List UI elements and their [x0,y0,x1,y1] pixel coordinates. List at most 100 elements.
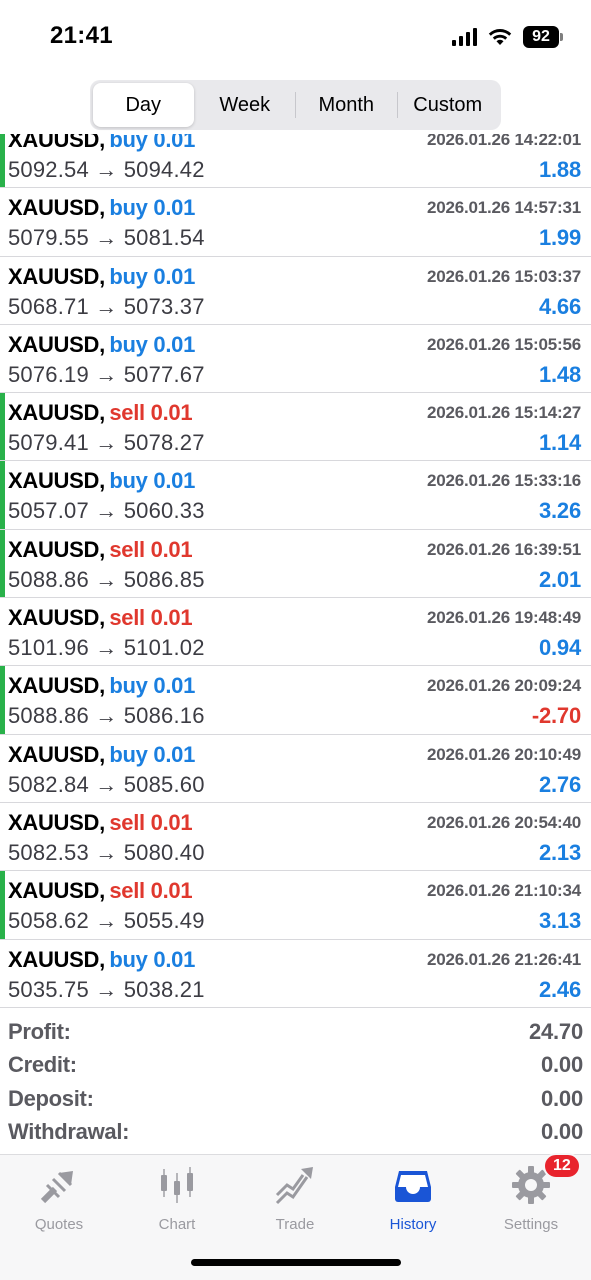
trade-prices: 5082.53 → 5080.40 [8,839,205,865]
trade-side: buy 0.01 [109,741,196,767]
status-bar: 21:41 92 [0,0,591,70]
battery-level: 92 [523,26,559,48]
history-list: XAUUSD, buy 0.01 2026.01.26 14:22:01 5092.… [0,134,591,1008]
trade-time: 2026.01.26 21:26:41 [426,949,581,969]
trade-side: buy 0.01 [109,673,196,699]
wifi-icon [488,29,512,45]
trade-time: 2026.01.26 15:05:56 [426,334,581,354]
trade-prices: 5035.75 → 5038.21 [8,976,205,1002]
trade-profit: 2.13 [538,839,581,865]
trade-profit: -2.70 [531,703,581,729]
trade-title: XAUUSD, buy 0.01 [8,195,195,221]
trade-symbol: XAUUSD, [8,605,105,631]
trade-symbol: XAUUSD, [8,331,105,357]
trade-time: 2026.01.26 15:03:37 [426,266,581,286]
trade-profit: 1.88 [538,157,581,182]
battery-icon: 92 [523,26,563,48]
trade-time: 2026.01.26 16:39:51 [426,539,581,559]
tab-label: Settings [503,1216,559,1233]
trade-row[interactable]: XAUUSD, buy 0.01 2026.01.26 15:03:37 5068.… [0,257,591,325]
trade-row[interactable]: XAUUSD, sell 0.01 2026.01.26 21:10:34 5058… [0,871,591,940]
trade-prices: 5079.55 → 5081.54 [8,225,205,251]
trade-row[interactable]: XAUUSD, buy 0.01 2026.01.26 15:33:16 5057.… [0,461,591,530]
tab-trade[interactable]: Trade [236,1163,354,1233]
trade-row[interactable]: XAUUSD, buy 0.01 2026.01.26 20:10:49 5082.… [0,735,591,803]
trade-title: XAUUSD, sell 0.01 [8,605,193,631]
trade-symbol: XAUUSD, [8,400,105,426]
trade-row[interactable]: XAUUSD, buy 0.01 2026.01.26 14:22:01 5092.… [0,134,591,189]
trade-row[interactable]: XAUUSD, sell 0.01 2026.01.26 16:39:51 5088… [0,529,591,599]
trade-side: sell 0.01 [109,605,193,631]
trade-symbol: XAUUSD, [8,263,105,289]
summary-row-withdrawal: Withdrawal: 0.00 [0,1116,591,1150]
trade-symbol: XAUUSD, [8,536,105,562]
trade-profit: 3.26 [538,498,581,524]
trade-side: buy 0.01 [109,331,196,357]
trade-side: buy 0.01 [109,134,196,152]
trade-title: XAUUSD, buy 0.01 [8,673,195,699]
trade-marker [0,393,5,461]
trade-marker [0,529,5,598]
trade-title: XAUUSD, sell 0.01 [8,400,193,426]
trade-row[interactable]: XAUUSD, sell 0.01 2026.01.26 19:48:49 5101… [0,598,591,667]
segment-custom[interactable]: Custom [398,83,499,127]
tab-quotes[interactable]: Quotes [0,1163,118,1233]
trade-side: sell 0.01 [109,878,193,904]
trade-title: XAUUSD, buy 0.01 [8,468,195,494]
trade-side: buy 0.01 [109,468,196,494]
trade-side: sell 0.01 [109,809,193,835]
trade-symbol: XAUUSD, [8,134,105,152]
trade-row[interactable]: XAUUSD, buy 0.01 2026.01.26 21:26:41 5035.… [0,940,591,1008]
summary-value: 0.00 [540,1052,583,1078]
tab-history[interactable]: History [354,1163,472,1233]
summary-label: Withdrawal: [8,1119,130,1145]
summary-label: Profit: [8,1018,71,1044]
trade-prices: 5101.96 → 5101.02 [8,635,205,661]
segment-day[interactable]: Day [93,83,194,127]
period-segmented-control: Day Week Month Custom [90,80,501,130]
segment-month[interactable]: Month [296,83,397,127]
trade-symbol: XAUUSD, [8,946,105,972]
tab-settings[interactable]: 12 Settings [472,1153,590,1233]
trade-time: 2026.01.26 15:14:27 [426,403,581,423]
trade-marker [0,134,5,188]
trade-profit: 1.48 [538,361,581,387]
summary-row-profit: Profit: 24.70 [0,1015,591,1049]
trade-time: 2026.01.26 21:10:34 [426,881,581,901]
trade-row[interactable]: XAUUSD, sell 0.01 2026.01.26 20:54:40 5082… [0,803,591,872]
tab-label: Trade [275,1216,315,1233]
trade-side: sell 0.01 [109,536,193,562]
trade-time: 2026.01.26 14:22:01 [426,134,581,149]
trade-time: 2026.01.26 19:48:49 [426,608,581,628]
trade-row[interactable]: XAUUSD, buy 0.01 2026.01.26 14:57:31 5079.… [0,188,591,257]
trade-title: XAUUSD, buy 0.01 [8,134,195,153]
trade-row[interactable]: XAUUSD, sell 0.01 2026.01.26 15:14:27 5079… [0,393,591,462]
summary-value: 0.00 [540,1085,583,1111]
trade-prices: 5082.84 → 5085.60 [8,771,205,797]
trade-symbol: XAUUSD, [8,878,105,904]
trade-side: sell 0.01 [109,400,193,426]
trade-row[interactable]: XAUUSD, buy 0.01 2026.01.26 20:09:24 5088.… [0,666,591,735]
trade-profit: 0.94 [538,635,581,661]
home-indicator [191,1259,401,1266]
segment-week[interactable]: Week [195,83,296,127]
trade-title: XAUUSD, sell 0.01 [8,878,193,904]
trade-title: XAUUSD, sell 0.01 [8,809,193,836]
tab-chart[interactable]: Chart [118,1163,236,1233]
trade-prices: 5076.19 → 5077.67 [8,361,205,387]
trade-row[interactable]: XAUUSD, buy 0.01 2026.01.26 15:05:56 5076.… [0,325,591,394]
quotes-icon [37,1163,81,1212]
trade-prices: 5057.07 → 5060.33 [8,498,205,524]
trade-time: 2026.01.26 20:10:49 [426,744,581,764]
tab-label: Quotes [34,1216,84,1233]
history-list-viewport[interactable]: XAUUSD, buy 0.01 2026.01.26 14:22:01 5092.… [0,134,591,1009]
trade-time: 2026.01.26 20:54:40 [426,812,581,832]
trade-icon [273,1163,317,1212]
trade-profit: 2.76 [538,771,581,797]
trade-prices: 5088.86 → 5086.16 [8,703,205,729]
trade-title: XAUUSD, sell 0.01 [8,536,193,563]
trade-time: 2026.01.26 15:33:16 [426,471,581,491]
trade-prices: 5058.62 → 5055.49 [8,908,205,934]
trade-marker [0,461,5,529]
trade-prices: 5068.71 → 5073.37 [8,293,205,319]
